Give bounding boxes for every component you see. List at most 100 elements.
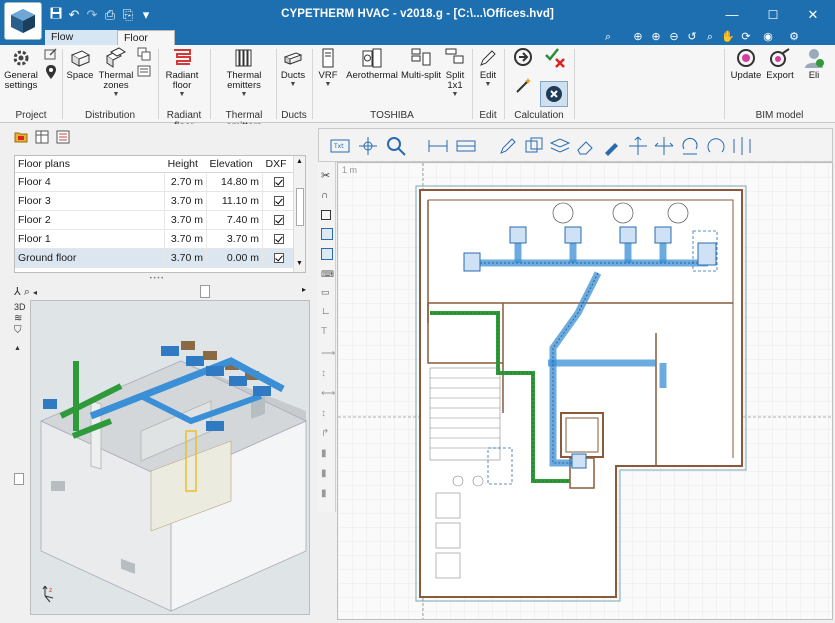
zoom-previous-icon[interactable]: ↺: [684, 30, 700, 45]
rectangle-icon[interactable]: [321, 210, 331, 220]
column-header-dxf[interactable]: DXF: [262, 156, 295, 173]
column-header-height[interactable]: Height: [164, 156, 207, 173]
maximize-button[interactable]: ☐: [756, 0, 790, 30]
floor-plan-canvas[interactable]: 1 m: [337, 162, 833, 620]
refresh-view-icon[interactable]: ⟳: [738, 30, 754, 45]
project-tools-button[interactable]: [42, 47, 60, 83]
align-icon[interactable]: [455, 135, 477, 157]
pencil-icon[interactable]: [497, 135, 519, 157]
options-icon[interactable]: ⚙: [786, 30, 802, 45]
text-tool-icon[interactable]: T: [321, 326, 333, 338]
tab-floor-plans[interactable]: Floor plans: [117, 30, 175, 58]
thermal-zones-button[interactable]: Thermal zones ▼: [96, 47, 136, 98]
element-icon[interactable]: ▮: [321, 448, 333, 460]
scroll-down-icon[interactable]: ▼: [296, 260, 303, 267]
tab-flow-diagrams[interactable]: Flow diagrams: [45, 30, 117, 57]
zoom-all-icon[interactable]: ⌕: [702, 30, 718, 45]
table-row[interactable]: Floor 4 2.70 m 14.80 m: [15, 172, 295, 192]
vscroll-thumb[interactable]: [14, 473, 24, 485]
angle-icon[interactable]: ∟: [321, 306, 333, 318]
brush-icon[interactable]: [601, 135, 623, 157]
cut-icon[interactable]: ✂: [321, 170, 333, 182]
copy-icon[interactable]: [523, 135, 545, 157]
search-icon[interactable]: [385, 135, 407, 157]
scroll-thumb[interactable]: [296, 188, 304, 226]
multi-split-button[interactable]: Multi-split: [400, 47, 442, 81]
update-button[interactable]: Update: [728, 47, 764, 81]
pan-icon[interactable]: ✋: [720, 30, 736, 45]
eli-button[interactable]: Eli: [798, 47, 830, 81]
move-view-icon[interactable]: [357, 135, 379, 157]
view3d-hscrollbar[interactable]: ▸: [50, 285, 308, 299]
view-3d-icon[interactable]: 3D: [14, 301, 30, 313]
axes-icon[interactable]: ⅄: [14, 286, 21, 298]
layers-icon[interactable]: [549, 135, 571, 157]
pipe-icon[interactable]: ↱: [321, 428, 333, 440]
dimension-icon[interactable]: [427, 135, 449, 157]
split-1x1-button[interactable]: Split 1x1 ▼: [442, 47, 468, 98]
view-3d[interactable]: z: [30, 300, 310, 615]
column-header-elevation[interactable]: Elevation: [206, 156, 263, 173]
text-box-icon[interactable]: Txt: [329, 135, 351, 157]
mirror-icon[interactable]: [731, 135, 753, 157]
dxf-checkbox[interactable]: [273, 252, 284, 263]
table-row[interactable]: Floor 2 3.70 m 7.40 m: [15, 210, 295, 230]
rotate-icon[interactable]: [679, 135, 701, 157]
shield-icon[interactable]: ⛉: [14, 325, 30, 337]
arrow-horizontal-icon[interactable]: ⟷: [321, 388, 335, 400]
eraser-icon[interactable]: [575, 135, 597, 157]
element-icon[interactable]: ▮: [321, 488, 333, 500]
hscroll-thumb[interactable]: [200, 285, 210, 298]
scroll-up-icon[interactable]: ▲: [296, 158, 303, 165]
table-row[interactable]: Floor 1 3.70 m 3.70 m: [15, 229, 295, 249]
zoom-out-icon[interactable]: ⊖: [666, 30, 682, 45]
export-button[interactable]: Export: [764, 47, 796, 81]
dxf-checkbox[interactable]: [273, 233, 284, 244]
table-row-selected[interactable]: Ground floor 3.70 m 0.00 m: [15, 248, 295, 268]
space-button[interactable]: Space: [64, 47, 96, 81]
dxf-checkbox[interactable]: [273, 176, 284, 187]
edit-button[interactable]: Edit ▼: [476, 47, 500, 88]
panel-splitter[interactable]: • • • •: [0, 276, 313, 282]
magnet-icon[interactable]: ∩: [321, 190, 333, 202]
app-logo[interactable]: [4, 2, 42, 40]
dxf-checkbox[interactable]: [273, 195, 284, 206]
move-icon[interactable]: [627, 135, 649, 157]
ducts-button[interactable]: Ducts ▼: [278, 47, 308, 88]
table-row[interactable]: Floor 3 3.70 m 11.10 m: [15, 191, 295, 211]
minimize-button[interactable]: —: [715, 0, 749, 30]
arrow-vertical-icon[interactable]: ↕: [321, 368, 333, 380]
dxf-checkbox[interactable]: [273, 214, 284, 225]
scroll-left-icon[interactable]: ◂: [33, 288, 37, 297]
zoom-icon[interactable]: ⌕: [24, 286, 30, 298]
keyboard-icon[interactable]: ⌨: [321, 268, 334, 280]
zoom-in-icon[interactable]: ⊕: [648, 30, 664, 45]
column-header-floor-plans[interactable]: Floor plans: [15, 156, 165, 173]
scroll-up-icon[interactable]: ▲: [14, 343, 30, 355]
arc-icon[interactable]: [705, 135, 727, 157]
help-icon[interactable]: ◉: [760, 30, 776, 45]
find-icon[interactable]: ⌕: [600, 30, 616, 45]
aerothermal-button[interactable]: Aerothermal: [344, 47, 400, 81]
close-button[interactable]: ✕: [796, 0, 830, 30]
folder-icon[interactable]: [14, 130, 28, 144]
general-settings-button[interactable]: General settings: [4, 47, 38, 91]
vrf-button[interactable]: VRF ▼: [316, 47, 340, 88]
snap-icon[interactable]: [321, 248, 333, 260]
radiant-floor-button[interactable]: Radiant floor ▼: [162, 47, 202, 98]
table-scrollbar[interactable]: ▲ ▼: [293, 156, 305, 272]
thermal-emitters-button[interactable]: Thermal emitters ▼: [216, 47, 272, 98]
grid-icon[interactable]: [321, 228, 333, 240]
distribution-small-tools[interactable]: [136, 47, 152, 81]
dxf-icon[interactable]: [56, 130, 70, 144]
arrow-right-icon[interactable]: ⟶: [321, 348, 335, 360]
floor-table-icon[interactable]: [35, 130, 49, 144]
arrow-up-down-icon[interactable]: ↕: [321, 408, 333, 420]
scroll-right-icon[interactable]: ▸: [302, 285, 306, 294]
ruler-icon[interactable]: ▭: [321, 286, 333, 298]
calculate-button[interactable]: [508, 47, 538, 97]
layers-icon[interactable]: ≋: [14, 313, 30, 325]
zoom-window-icon[interactable]: ⊕: [630, 30, 646, 45]
element-icon[interactable]: ▮: [321, 468, 333, 480]
check-results-button[interactable]: [540, 47, 570, 72]
